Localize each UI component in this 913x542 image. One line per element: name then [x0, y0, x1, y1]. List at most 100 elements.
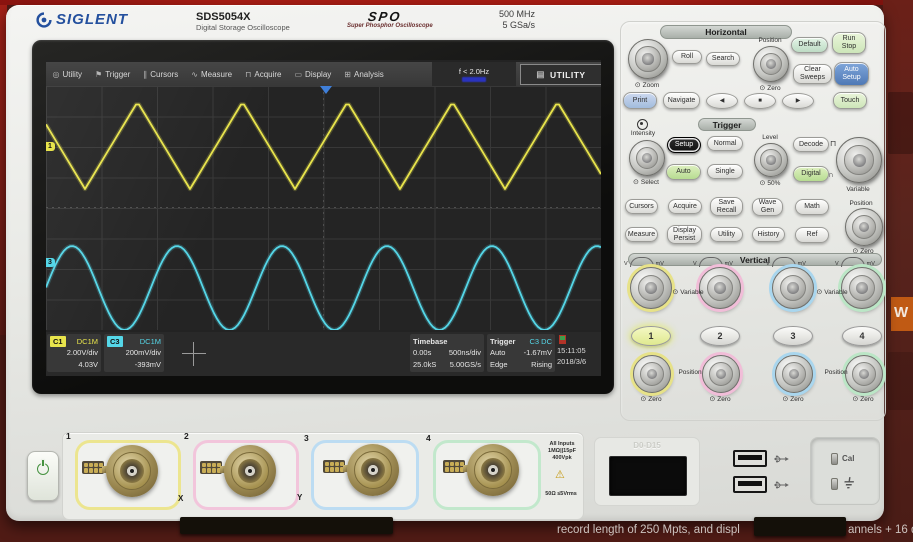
connection-status-icon — [559, 335, 566, 344]
trigger-fifty-label: ⊙50% — [750, 179, 790, 187]
scope-foot-right — [754, 517, 846, 536]
ref-button[interactable]: Ref — [795, 227, 829, 243]
trigger-level-knob[interactable] — [754, 143, 788, 177]
functions-position-knob[interactable] — [845, 208, 883, 246]
usb-port-2 — [733, 476, 767, 493]
intensity-select-knob[interactable] — [629, 140, 665, 176]
trigger-position-marker[interactable] — [320, 86, 332, 94]
trigger-single-button[interactable]: Single — [707, 164, 743, 179]
power-button[interactable] — [27, 451, 59, 501]
menu-analysis[interactable]: ⊞Analysis — [338, 62, 391, 86]
measure-button[interactable]: Measure — [625, 227, 658, 242]
grid-icon: ▤ — [536, 69, 545, 80]
trigger-normal-button[interactable]: Normal — [707, 136, 743, 151]
frequency-counter: f < 2.0Hz — [432, 62, 516, 86]
channel-1-button[interactable]: 1 — [631, 326, 671, 346]
ch3-position-knob[interactable] — [775, 355, 813, 393]
horizontal-scale-knob[interactable] — [628, 39, 668, 79]
navigate-stop-button[interactable]: ■ — [744, 93, 776, 109]
utility-icon: ◎ — [53, 70, 60, 79]
ch1-coupling: DC1M — [77, 336, 98, 347]
menu-cursors[interactable]: ∥Cursors — [137, 62, 185, 86]
bnc2-axis-label: Y — [297, 493, 302, 502]
trigger-status-box[interactable]: TriggerC3 DC Auto-1.67mV EdgeRising — [487, 334, 555, 372]
push-icon: ⊙ — [816, 288, 822, 296]
ch3-offset: -393mV — [135, 359, 161, 370]
default-button[interactable]: Default — [791, 37, 828, 53]
math-button[interactable]: Math — [795, 199, 829, 215]
push-icon: ⊙ — [782, 395, 788, 403]
navigate-back-button[interactable]: ◀ — [706, 93, 738, 109]
menu-display[interactable]: ▭Display — [288, 62, 338, 86]
history-button[interactable]: History — [752, 227, 785, 242]
horizontal-position-knob[interactable] — [753, 46, 789, 82]
cal-recess: Cal — [810, 437, 880, 505]
stop-square-icon: ■ — [758, 98, 762, 104]
timebase-rate: 5.00GS/s — [450, 359, 481, 370]
bnc1-connector — [82, 445, 158, 497]
auto-setup-button[interactable]: AutoSetup — [834, 62, 869, 86]
timebase-label: Timebase — [413, 336, 447, 347]
trigger-level-label: Level — [753, 134, 787, 141]
channel-4-button[interactable]: 4 — [842, 326, 882, 346]
ch1-level-marker[interactable]: 1 — [46, 142, 55, 151]
touch-button[interactable]: Touch — [833, 92, 867, 109]
clear-sweeps-button[interactable]: ClearSweeps — [793, 64, 832, 84]
freq-counter-sub — [462, 77, 486, 82]
waveform-intensity-knob[interactable] — [836, 137, 882, 183]
channel-3-button[interactable]: 3 — [773, 326, 813, 346]
model-number: SDS5054X — [196, 11, 250, 23]
backdrop-shadow-block — [888, 352, 913, 410]
power-icon — [37, 463, 49, 475]
bandwidth-spec: 500 MHz — [455, 9, 535, 20]
acquire-button[interactable]: Acquire — [668, 199, 702, 214]
menu-trigger[interactable]: ⚑Trigger — [89, 62, 137, 86]
ch3-scale-knob[interactable] — [772, 267, 814, 309]
utility-button[interactable]: Utility — [710, 227, 743, 242]
ch3-coupling: DC1M — [140, 336, 161, 347]
trigger-setup-button[interactable]: Setup — [667, 137, 701, 153]
ch3-level-marker[interactable]: 3 — [46, 258, 55, 267]
wave-gen-button[interactable]: WaveGen — [752, 198, 783, 216]
print-button[interactable]: Print — [623, 92, 657, 109]
channel-2-button[interactable]: 2 — [700, 326, 740, 346]
digital-button[interactable]: Digital — [793, 166, 829, 182]
acquire-icon: ⊓ — [245, 70, 251, 79]
push-icon: ⊙ — [640, 395, 646, 403]
siglent-logo-icon — [36, 12, 52, 28]
ch3-status-box[interactable]: C3DC1M 200mV/div -393mV — [104, 334, 164, 372]
ch1-position-knob[interactable] — [633, 355, 671, 393]
trigger-level: -1.67mV — [524, 347, 552, 358]
measure-icon: ∿ — [191, 70, 198, 79]
scope-foot-left — [180, 517, 393, 534]
trigger-auto-button[interactable]: Auto — [666, 164, 701, 180]
analysis-icon: ⊞ — [344, 70, 351, 79]
roll-button[interactable]: Roll — [672, 50, 702, 64]
save-recall-button[interactable]: SaveRecall — [710, 197, 743, 216]
clock: 15:11:05 2018/3/6 — [557, 346, 586, 367]
sample-rate-spec: 5 GSa/s — [455, 20, 535, 31]
ground-pin — [831, 478, 838, 490]
menu-utility[interactable]: ◎Utility — [46, 62, 89, 86]
decode-button[interactable]: Decode — [793, 137, 829, 152]
display-persist-button[interactable]: DisplayPersist — [667, 225, 702, 244]
run-stop-button[interactable]: RunStop — [832, 32, 866, 54]
ch1-status-box[interactable]: C1DC1M 2.00V/div 4.03V — [47, 334, 101, 372]
push-icon: ⊙ — [633, 178, 639, 186]
trigger-section-header: Trigger — [698, 118, 756, 131]
menu-acquire[interactable]: ⊓Acquire — [239, 62, 288, 86]
timebase-box[interactable]: Timebase 0.00s500ns/div 25.0kS5.00GS/s — [410, 334, 484, 372]
trigger-flag-icon: ⚑ — [95, 70, 102, 79]
navigate-button[interactable]: Navigate — [663, 92, 700, 109]
utility-screen-button[interactable]: ▤ UTILITY — [520, 64, 601, 85]
search-button[interactable]: Search — [706, 52, 740, 66]
bnc2-number: 2 — [184, 431, 189, 441]
digital-input-connector — [609, 456, 687, 496]
timebase-delay: 0.00s — [413, 347, 431, 358]
intensity-icon — [637, 119, 648, 130]
menu-measure[interactable]: ∿Measure — [185, 62, 239, 86]
pulse-narrow-icon: ∩ — [828, 170, 834, 179]
navigate-forward-button[interactable]: ▶ — [782, 93, 814, 109]
cursors-button[interactable]: Cursors — [625, 199, 658, 214]
crosshair-icon — [182, 342, 206, 366]
